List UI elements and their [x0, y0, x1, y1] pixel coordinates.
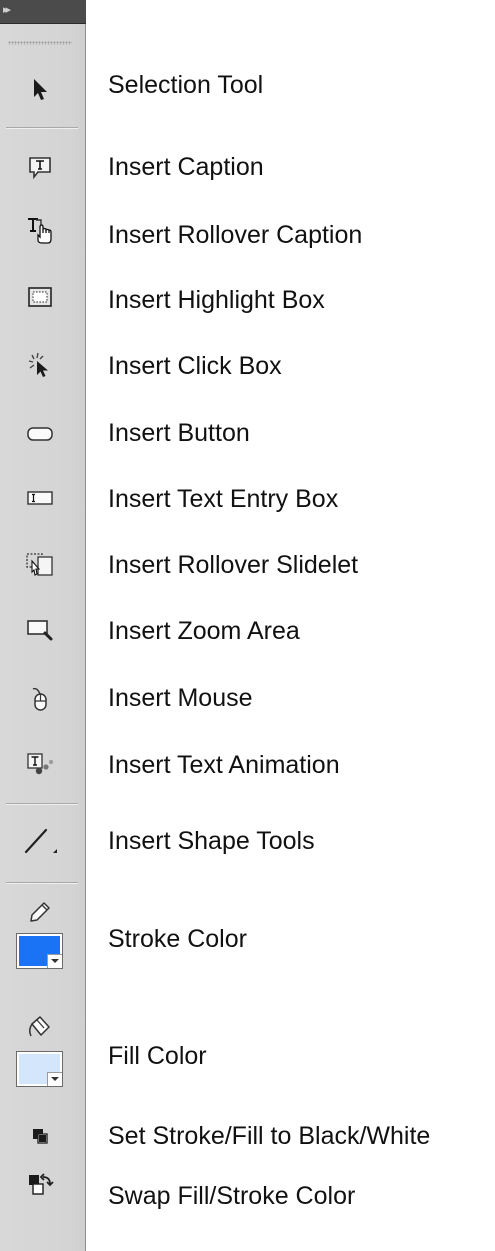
- swap-colors-icon: [29, 1173, 54, 1195]
- insert-rollover-caption-button[interactable]: [12, 208, 68, 252]
- insert-highlight-box-label: Insert Highlight Box: [108, 286, 325, 314]
- insert-highlight-box-button[interactable]: [12, 275, 68, 319]
- tools-panel: ▸▸: [0, 0, 86, 1251]
- caption-icon: [29, 157, 51, 180]
- insert-text-entry-box-label: Insert Text Entry Box: [108, 485, 339, 513]
- panel-grip[interactable]: [8, 41, 72, 45]
- collapse-panel-icon[interactable]: ▸▸: [3, 3, 11, 17]
- highlight-box-icon: [28, 287, 52, 307]
- insert-text-animation-label: Insert Text Animation: [108, 751, 340, 779]
- swap-colors-button[interactable]: [12, 1166, 68, 1206]
- selection-tool-label: Selection Tool: [108, 71, 264, 99]
- separator: [6, 803, 78, 805]
- fill-color-swatch[interactable]: [16, 1051, 63, 1087]
- stroke-color-label: Stroke Color: [108, 925, 247, 953]
- insert-button-label: Insert Button: [108, 419, 250, 447]
- insert-button-button[interactable]: [12, 412, 68, 456]
- insert-rollover-caption-label: Insert Rollover Caption: [108, 221, 363, 249]
- default-colors-icon: [33, 1129, 48, 1144]
- pencil-icon: [30, 902, 50, 922]
- separator: [6, 127, 78, 129]
- insert-shape-tools-button[interactable]: [12, 818, 68, 862]
- swap-colors-label: Swap Fill/Stroke Color: [108, 1182, 356, 1210]
- default-colors-label: Set Stroke/Fill to Black/White: [108, 1122, 431, 1150]
- button-icon: [27, 427, 53, 441]
- fill-color-tool[interactable]: [12, 1008, 68, 1048]
- rollover-caption-icon: [28, 218, 52, 244]
- insert-mouse-button[interactable]: [12, 677, 68, 721]
- text-animation-icon: [27, 753, 53, 775]
- line-shape-icon: [24, 828, 57, 854]
- default-colors-button[interactable]: [12, 1116, 68, 1156]
- insert-shape-tools-label: Insert Shape Tools: [108, 827, 315, 855]
- chevron-down-icon[interactable]: [47, 954, 62, 968]
- stroke-color-tool[interactable]: [12, 892, 68, 932]
- insert-text-animation-button[interactable]: [12, 742, 68, 786]
- insert-zoom-area-button[interactable]: [12, 608, 68, 652]
- insert-text-entry-box-button[interactable]: [12, 476, 68, 520]
- rollover-slidelet-icon: [26, 553, 53, 576]
- insert-caption-button[interactable]: [12, 145, 68, 189]
- insert-rollover-slidelet-label: Insert Rollover Slidelet: [108, 551, 359, 579]
- panel-title-bar: ▸▸: [0, 0, 86, 24]
- chevron-down-icon[interactable]: [47, 1072, 62, 1086]
- arrow-pointer-icon: [34, 79, 47, 100]
- insert-click-box-label: Insert Click Box: [108, 352, 282, 380]
- paint-bucket-icon: [28, 1016, 50, 1037]
- text-entry-box-icon: [27, 491, 53, 505]
- zoom-area-icon: [27, 620, 53, 641]
- insert-rollover-slidelet-button[interactable]: [12, 543, 68, 587]
- mouse-icon: [32, 687, 47, 711]
- insert-caption-label: Insert Caption: [108, 153, 264, 181]
- insert-mouse-label: Insert Mouse: [108, 684, 253, 712]
- fill-color-label: Fill Color: [108, 1042, 207, 1070]
- stroke-color-swatch[interactable]: [16, 933, 63, 969]
- selection-tool-button[interactable]: [12, 67, 68, 111]
- insert-zoom-area-label: Insert Zoom Area: [108, 617, 300, 645]
- separator: [6, 882, 78, 884]
- insert-click-box-button[interactable]: [12, 343, 68, 387]
- click-box-icon: [28, 352, 48, 377]
